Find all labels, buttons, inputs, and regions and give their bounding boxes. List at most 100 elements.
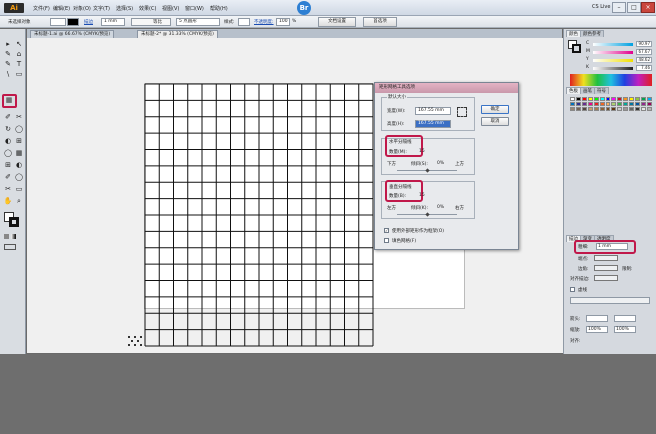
ok-button[interactable]: 确定 bbox=[481, 105, 509, 114]
document-setup-button[interactable]: 文档设置 bbox=[318, 17, 356, 27]
reference-point-icon[interactable] bbox=[457, 107, 467, 117]
dash-gap-fields[interactable] bbox=[570, 297, 650, 304]
rotate-tool-icon[interactable]: ↻ bbox=[3, 125, 13, 134]
tab-swatches[interactable]: 色板 bbox=[566, 87, 581, 94]
color-swatch[interactable] bbox=[611, 102, 617, 106]
color-swatch[interactable] bbox=[599, 102, 605, 106]
stroke-weight-field[interactable]: 1 mm bbox=[101, 18, 125, 26]
color-swatch[interactable] bbox=[647, 102, 652, 106]
color-swatch[interactable] bbox=[605, 107, 611, 111]
channel-c-slider[interactable] bbox=[593, 43, 633, 46]
fill-grid-checkbox[interactable] bbox=[384, 238, 389, 243]
graphic-style-picker[interactable] bbox=[238, 18, 250, 26]
eraser-tool-icon[interactable]: ✂ bbox=[14, 113, 24, 122]
pencil-tool-icon[interactable]: ✐ bbox=[3, 113, 13, 122]
eyedropper-tool-icon[interactable]: ✐ bbox=[3, 173, 13, 182]
color-mode-icon[interactable] bbox=[4, 234, 9, 239]
vertical-count-value[interactable]: 15 bbox=[419, 193, 425, 198]
menu-window[interactable]: 窗口(W) bbox=[185, 5, 204, 12]
color-swatch[interactable] bbox=[570, 102, 575, 106]
tab-document-1[interactable]: 未标题-1.ai @ 66.67% (CMYK/预览) bbox=[30, 30, 115, 38]
stroke-swatch[interactable] bbox=[67, 18, 79, 26]
color-swatch[interactable] bbox=[587, 102, 593, 106]
color-swatch[interactable] bbox=[611, 107, 617, 111]
color-swatch[interactable] bbox=[623, 107, 629, 111]
type-tool-icon[interactable]: T bbox=[14, 60, 24, 69]
blend-tool-icon[interactable]: ◯ bbox=[14, 173, 24, 182]
color-swatch[interactable] bbox=[605, 97, 611, 101]
magic-wand-tool-icon[interactable]: ✎ bbox=[3, 50, 13, 59]
color-swatch[interactable] bbox=[629, 97, 635, 101]
color-swatch[interactable] bbox=[629, 102, 635, 106]
line-tool-icon[interactable]: \ bbox=[3, 70, 13, 79]
tab-color-guide[interactable]: 颜色参考 bbox=[580, 30, 604, 37]
stroke-color-box[interactable] bbox=[9, 217, 19, 227]
channel-y-slider[interactable] bbox=[593, 59, 633, 62]
channel-c-value[interactable]: 90.97 bbox=[636, 41, 652, 47]
rectangle-tool-icon[interactable]: ▭ bbox=[14, 70, 24, 79]
rectangular-grid[interactable] bbox=[144, 83, 374, 347]
use-outer-rect-checkbox[interactable]: ✓ bbox=[384, 228, 389, 233]
tab-brushes[interactable]: 画笔 bbox=[580, 87, 595, 94]
arrow-end-select[interactable] bbox=[614, 315, 636, 322]
color-swatch[interactable] bbox=[587, 97, 593, 101]
opacity-field[interactable]: 100 bbox=[276, 18, 290, 26]
hand-tool-icon[interactable]: ✋ bbox=[3, 197, 13, 206]
color-swatch[interactable] bbox=[575, 102, 581, 106]
swatch-grid[interactable] bbox=[570, 97, 652, 121]
menu-file[interactable]: 文件(F) bbox=[33, 5, 50, 12]
close-button[interactable]: × bbox=[641, 2, 655, 13]
tab-document-2[interactable]: 未标题-2* @ 31.33% (CMYK/预览) bbox=[137, 30, 218, 38]
color-swatch[interactable] bbox=[611, 97, 617, 101]
color-swatch[interactable] bbox=[605, 102, 611, 106]
color-swatch[interactable] bbox=[587, 107, 593, 111]
dashed-line-checkbox[interactable] bbox=[570, 287, 575, 292]
screen-mode-icon[interactable] bbox=[4, 244, 16, 250]
color-swatch[interactable] bbox=[599, 107, 605, 111]
color-swatch[interactable] bbox=[641, 107, 647, 111]
selection-tool-icon[interactable]: ▸ bbox=[3, 40, 13, 49]
color-swatch[interactable] bbox=[599, 97, 605, 101]
cancel-button[interactable]: 取消 bbox=[481, 117, 509, 126]
variable-width-profile[interactable] bbox=[131, 18, 171, 26]
arrow-start-select[interactable] bbox=[586, 315, 608, 322]
stroke-label-link[interactable]: 描边 bbox=[84, 19, 93, 25]
arrow-scale-start[interactable]: 100% bbox=[586, 326, 608, 333]
scale-tool-icon[interactable]: ◯ bbox=[14, 125, 24, 134]
color-swatch[interactable] bbox=[623, 102, 629, 106]
color-swatch[interactable] bbox=[617, 97, 623, 101]
menu-object[interactable]: 对象(O) bbox=[73, 5, 91, 12]
arrow-scale-end[interactable]: 100% bbox=[614, 326, 636, 333]
fill-swatch[interactable] bbox=[50, 18, 66, 26]
align-stroke-buttons[interactable] bbox=[594, 275, 618, 281]
menu-select[interactable]: 选择(S) bbox=[116, 5, 133, 12]
color-swatch[interactable] bbox=[570, 97, 575, 101]
height-field[interactable]: 167.55 mm bbox=[415, 120, 451, 128]
menu-type[interactable]: 文字(T) bbox=[93, 5, 110, 12]
mesh-tool-icon[interactable]: ⊞ bbox=[3, 161, 13, 170]
color-swatch[interactable] bbox=[593, 97, 599, 101]
minimize-button[interactable]: – bbox=[612, 2, 626, 13]
gradient-tool-icon[interactable]: ◐ bbox=[14, 161, 24, 170]
color-swatch[interactable] bbox=[641, 102, 647, 106]
color-swatch[interactable] bbox=[647, 97, 652, 101]
maximize-button[interactable]: □ bbox=[627, 2, 641, 13]
color-swatch[interactable] bbox=[647, 107, 652, 111]
menu-effect[interactable]: 效果(C) bbox=[139, 5, 156, 12]
artboard-tool-icon[interactable]: ▭ bbox=[14, 185, 24, 194]
stroke-weight-input[interactable]: 1 mm bbox=[596, 243, 628, 250]
menu-edit[interactable]: 编辑(E) bbox=[53, 5, 70, 12]
channel-y-value[interactable]: 48.62 bbox=[636, 57, 652, 63]
corner-buttons[interactable] bbox=[594, 265, 618, 271]
color-swatch[interactable] bbox=[635, 102, 641, 106]
symbol-sprayer-tool-icon[interactable]: ◯ bbox=[3, 149, 13, 158]
color-swatch[interactable] bbox=[635, 107, 641, 111]
channel-m-slider[interactable] bbox=[593, 51, 633, 54]
horizontal-count-value[interactable]: 15 bbox=[419, 149, 425, 154]
width-field[interactable]: 167.55 mm bbox=[415, 107, 451, 115]
color-swatch[interactable] bbox=[570, 107, 575, 111]
brush-definition[interactable]: 5 点圆形 bbox=[176, 18, 220, 26]
gradient-mode-icon[interactable] bbox=[11, 234, 16, 239]
direct-selection-tool-icon[interactable]: ↖ bbox=[14, 40, 24, 49]
slice-tool-icon[interactable]: ✂ bbox=[3, 185, 13, 194]
